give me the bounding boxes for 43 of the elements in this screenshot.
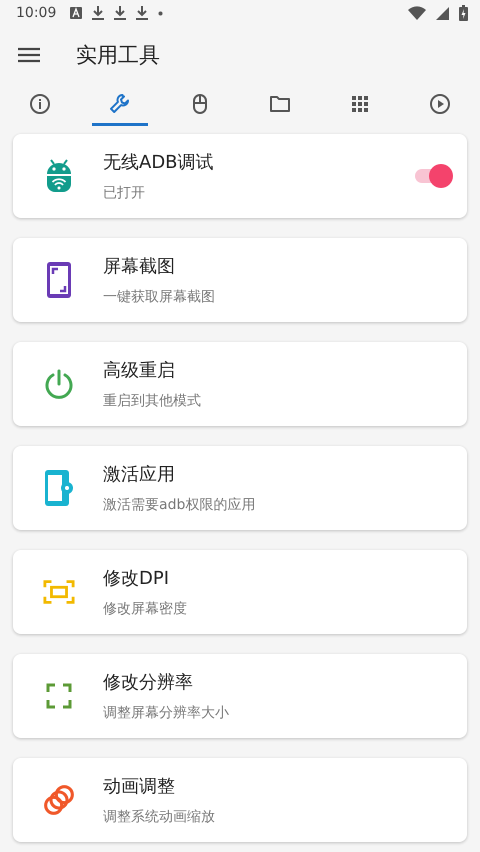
wifi-icon bbox=[408, 6, 426, 20]
tool-title: 动画调整 bbox=[103, 775, 176, 798]
tool-title: 高级重启 bbox=[103, 359, 176, 382]
tool-card[interactable]: 激活应用 激活需要adb权限的应用 bbox=[13, 446, 467, 530]
download-icon bbox=[114, 6, 126, 20]
toolbar-title: 实用工具 bbox=[76, 42, 160, 69]
android-wifi-icon bbox=[45, 158, 73, 194]
tool-card[interactable]: 修改DPI 修改屏幕密度 bbox=[13, 550, 467, 634]
phone-screenshot-icon bbox=[47, 262, 71, 298]
tool-title: 修改DPI bbox=[103, 567, 170, 590]
tool-subtitle: 重启到其他模式 bbox=[103, 392, 202, 410]
fullscreen-icon bbox=[46, 683, 72, 709]
tool-title: 无线ADB调试 bbox=[103, 151, 215, 174]
tool-card[interactable]: 屏幕截图 一键获取屏幕截图 bbox=[13, 238, 467, 322]
screen-size-icon bbox=[43, 578, 75, 606]
rings-icon bbox=[43, 782, 75, 818]
tool-title: 屏幕截图 bbox=[103, 255, 176, 278]
tool-card[interactable]: 高级重启 重启到其他模式 bbox=[13, 342, 467, 426]
tool-card[interactable]: 无线ADB调试 已打开 bbox=[13, 134, 467, 218]
tool-subtitle: 修改屏幕密度 bbox=[103, 600, 188, 618]
status-time: 10:09 bbox=[16, 5, 56, 21]
wrench-icon bbox=[108, 92, 132, 116]
tool-subtitle: 一键获取屏幕截图 bbox=[103, 288, 216, 306]
phone-gear-icon bbox=[45, 470, 73, 506]
tool-title: 激活应用 bbox=[103, 463, 176, 486]
download-icon bbox=[136, 6, 148, 20]
power-icon bbox=[43, 368, 75, 400]
tool-subtitle: 调整屏幕分辨率大小 bbox=[103, 704, 230, 722]
dot-icon bbox=[158, 10, 164, 16]
menu-icon[interactable] bbox=[18, 47, 40, 63]
tool-subtitle: 激活需要adb权限的应用 bbox=[103, 496, 256, 514]
notification-icon bbox=[70, 7, 82, 19]
tool-card[interactable]: 修改分辨率 调整屏幕分辨率大小 bbox=[13, 654, 467, 738]
download-icon bbox=[92, 6, 104, 20]
play-icon bbox=[428, 92, 452, 116]
signal-icon bbox=[436, 6, 449, 20]
tool-subtitle: 已打开 bbox=[103, 184, 146, 202]
toggle-switch[interactable] bbox=[413, 164, 453, 188]
tool-subtitle: 调整系统动画缩放 bbox=[103, 808, 216, 826]
tool-title: 修改分辨率 bbox=[103, 671, 194, 694]
battery-icon bbox=[459, 5, 468, 21]
tool-card[interactable]: 动画调整 调整系统动画缩放 bbox=[13, 758, 467, 842]
info-icon bbox=[28, 92, 52, 116]
